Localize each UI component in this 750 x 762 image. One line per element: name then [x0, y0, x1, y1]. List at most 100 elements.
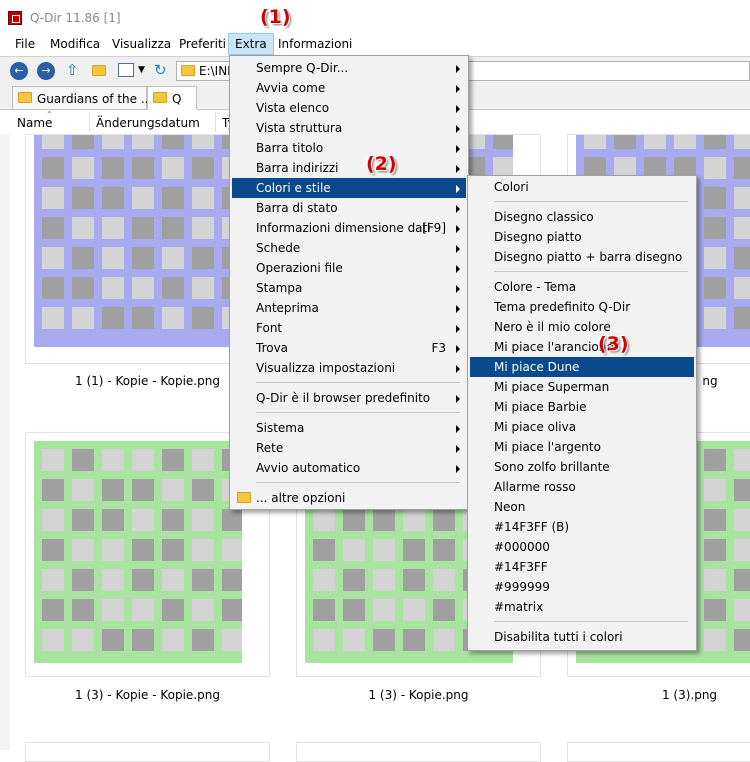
thumbnail-cell [433, 539, 455, 561]
menu-informazioni[interactable]: Informazioni [278, 37, 352, 51]
file-tile[interactable] [296, 742, 541, 762]
back-button[interactable]: ← [10, 62, 28, 80]
colors-item-14f3ff[interactable]: #14F3FF [470, 557, 694, 577]
thumbnail-cell [343, 509, 365, 531]
menu-modifica[interactable]: Modifica [50, 37, 100, 51]
file-name[interactable]: 1 (3).png [567, 688, 750, 702]
menu-item-label: Disegno classico [494, 210, 594, 224]
extra-item-barra-di-stato[interactable]: Barra di stato [232, 198, 466, 218]
thumbnail-cell [403, 599, 425, 621]
chevron-right-icon [456, 85, 460, 93]
colors-item-disegno-classico[interactable]: Disegno classico [470, 207, 694, 227]
colors-item-neon[interactable]: Neon [470, 497, 694, 517]
colors-item-colori[interactable]: Colori [470, 177, 694, 197]
extra-item-trova[interactable]: Trova F3 [232, 338, 466, 358]
extra-item-avvio-automatico[interactable]: Avvio automatico [232, 458, 466, 478]
file-tile[interactable] [567, 742, 750, 762]
extra-item-sempre-q-dir[interactable]: Sempre Q-Dir... [232, 58, 466, 78]
thumbnail-cell [102, 135, 124, 149]
extra-item-sistema[interactable]: Sistema [232, 418, 466, 438]
colors-item-14f3ff-b[interactable]: #14F3FF (B) [470, 517, 694, 537]
extra-item-vista-struttura[interactable]: Vista struttura [232, 118, 466, 138]
chevron-right-icon [456, 395, 460, 403]
extra-item-informazioni-dimensione-dati[interactable]: Informazioni dimensione dati [F9] [232, 218, 466, 238]
thumbnail-cell [132, 539, 154, 561]
file-tile[interactable] [25, 742, 270, 762]
thumbnail-cell [72, 277, 94, 299]
extra-item-colori-e-stile[interactable]: Colori e stile [232, 178, 466, 198]
colors-item-000000[interactable]: #000000 [470, 537, 694, 557]
extra-item-stampa[interactable]: Stampa [232, 278, 466, 298]
menu-file[interactable]: File [15, 37, 35, 51]
extra-item-barra-titolo[interactable]: Barra titolo [232, 138, 466, 158]
forward-button[interactable]: → [37, 62, 55, 80]
tab-guardians[interactable]: Guardians of the ... [12, 86, 152, 110]
extra-item-font[interactable]: Font [232, 318, 466, 338]
folder-icon [153, 92, 167, 103]
extra-item-avvia-come[interactable]: Avvia come [232, 78, 466, 98]
menu-item-label: Schede [256, 241, 301, 255]
chevron-right-icon [456, 265, 460, 273]
thumbnail-cell [403, 509, 425, 531]
colors-item-disabilita-tutti-i-colori[interactable]: Disabilita tutti i colori [470, 627, 694, 647]
folder-icon [237, 492, 251, 503]
colors-item-mi-piace-l-argento[interactable]: Mi piace l'argento [470, 437, 694, 457]
thumbnail-cell [734, 569, 750, 591]
extra-item-vista-elenco[interactable]: Vista elenco [232, 98, 466, 118]
extra-item-barra-indirizzi[interactable]: Barra indirizzi [232, 158, 466, 178]
chevron-right-icon [456, 305, 460, 313]
menu-preferiti[interactable]: Preferiti [179, 37, 226, 51]
chevron-down-icon[interactable]: ▼ [138, 63, 154, 77]
view-mode-icon[interactable] [118, 63, 134, 77]
thumbnail-cell [343, 629, 365, 651]
menu-extra[interactable]: Extra [228, 33, 274, 55]
extra-item-operazioni-file[interactable]: Operazioni file [232, 258, 466, 278]
file-name[interactable]: 1 (3) - Kopie.png [296, 688, 541, 702]
chevron-right-icon [456, 285, 460, 293]
tab-q[interactable]: Q [147, 86, 197, 110]
chevron-right-icon [456, 245, 460, 253]
column-separator[interactable] [89, 112, 90, 132]
menu-item-label: Colori [494, 180, 529, 194]
colors-item-nero-il-mio-colore[interactable]: Nero è il mio colore [470, 317, 694, 337]
extra-item-q-dir-il-browser-predefinito[interactable]: Q-Dir è il browser predefinito [232, 388, 466, 408]
extra-item-schede[interactable]: Schede [232, 238, 466, 258]
colors-item-mi-piace-dune[interactable]: Mi piace Dune [470, 357, 694, 377]
menu-item-label: #matrix [494, 600, 544, 614]
column-separator[interactable] [215, 112, 216, 132]
thumbnail-cell [42, 449, 64, 471]
menu-item-label: Operazioni file [256, 261, 343, 275]
thumbnail-cell [704, 509, 726, 531]
column-date[interactable]: Änderungsdatum [96, 116, 200, 130]
menu-item-label: Mi piace l'argento [494, 440, 601, 454]
thumbnail-cell [132, 599, 154, 621]
extra-item-anteprima[interactable]: Anteprima [232, 298, 466, 318]
file-name[interactable]: 1 (3) - Kopie - Kopie.png [25, 688, 270, 702]
menu-item-label: Allarme rosso [494, 480, 576, 494]
colors-item-mi-piace-l-arancione[interactable]: Mi piace l'arancione [470, 337, 694, 357]
thumbnail-cell [42, 157, 64, 179]
extra-item-altre-opzioni[interactable]: ... altre opzioni [232, 488, 466, 508]
colors-item-colore-tema[interactable]: Colore - Tema [470, 277, 694, 297]
colors-item-disegno-piatto-barra-disegno[interactable]: Disegno piatto + barra disegno [470, 247, 694, 267]
colors-item-mi-piace-oliva[interactable]: Mi piace oliva [470, 417, 694, 437]
colors-item-matrix[interactable]: #matrix [470, 597, 694, 617]
thumbnail-cell [162, 509, 184, 531]
colors-item-mi-piace-superman[interactable]: Mi piace Superman [470, 377, 694, 397]
colors-item-mi-piace-barbie[interactable]: Mi piace Barbie [470, 397, 694, 417]
colors-item-999999[interactable]: #999999 [470, 577, 694, 597]
refresh-icon[interactable]: ↻ [154, 63, 170, 78]
colors-item-disegno-piatto[interactable]: Disegno piatto [470, 227, 694, 247]
thumbnail-cell [704, 217, 726, 239]
new-folder-icon[interactable] [92, 65, 106, 76]
thumbnail-cell [313, 599, 335, 621]
colors-item-allarme-rosso[interactable]: Allarme rosso [470, 477, 694, 497]
thumbnail-cell [42, 247, 64, 269]
extra-item-visualizza-impostazioni[interactable]: Visualizza impostazioni [232, 358, 466, 378]
colors-item-tema-predefinito-q-dir[interactable]: Tema predefinito Q-Dir [470, 297, 694, 317]
extra-item-rete[interactable]: Rete [232, 438, 466, 458]
menu-visualizza[interactable]: Visualizza [112, 37, 171, 51]
thumbnail-cell [102, 569, 124, 591]
colors-item-sono-zolfo-brillante[interactable]: Sono zolfo brillante [470, 457, 694, 477]
up-folder-icon[interactable]: ⇧ [66, 63, 82, 78]
